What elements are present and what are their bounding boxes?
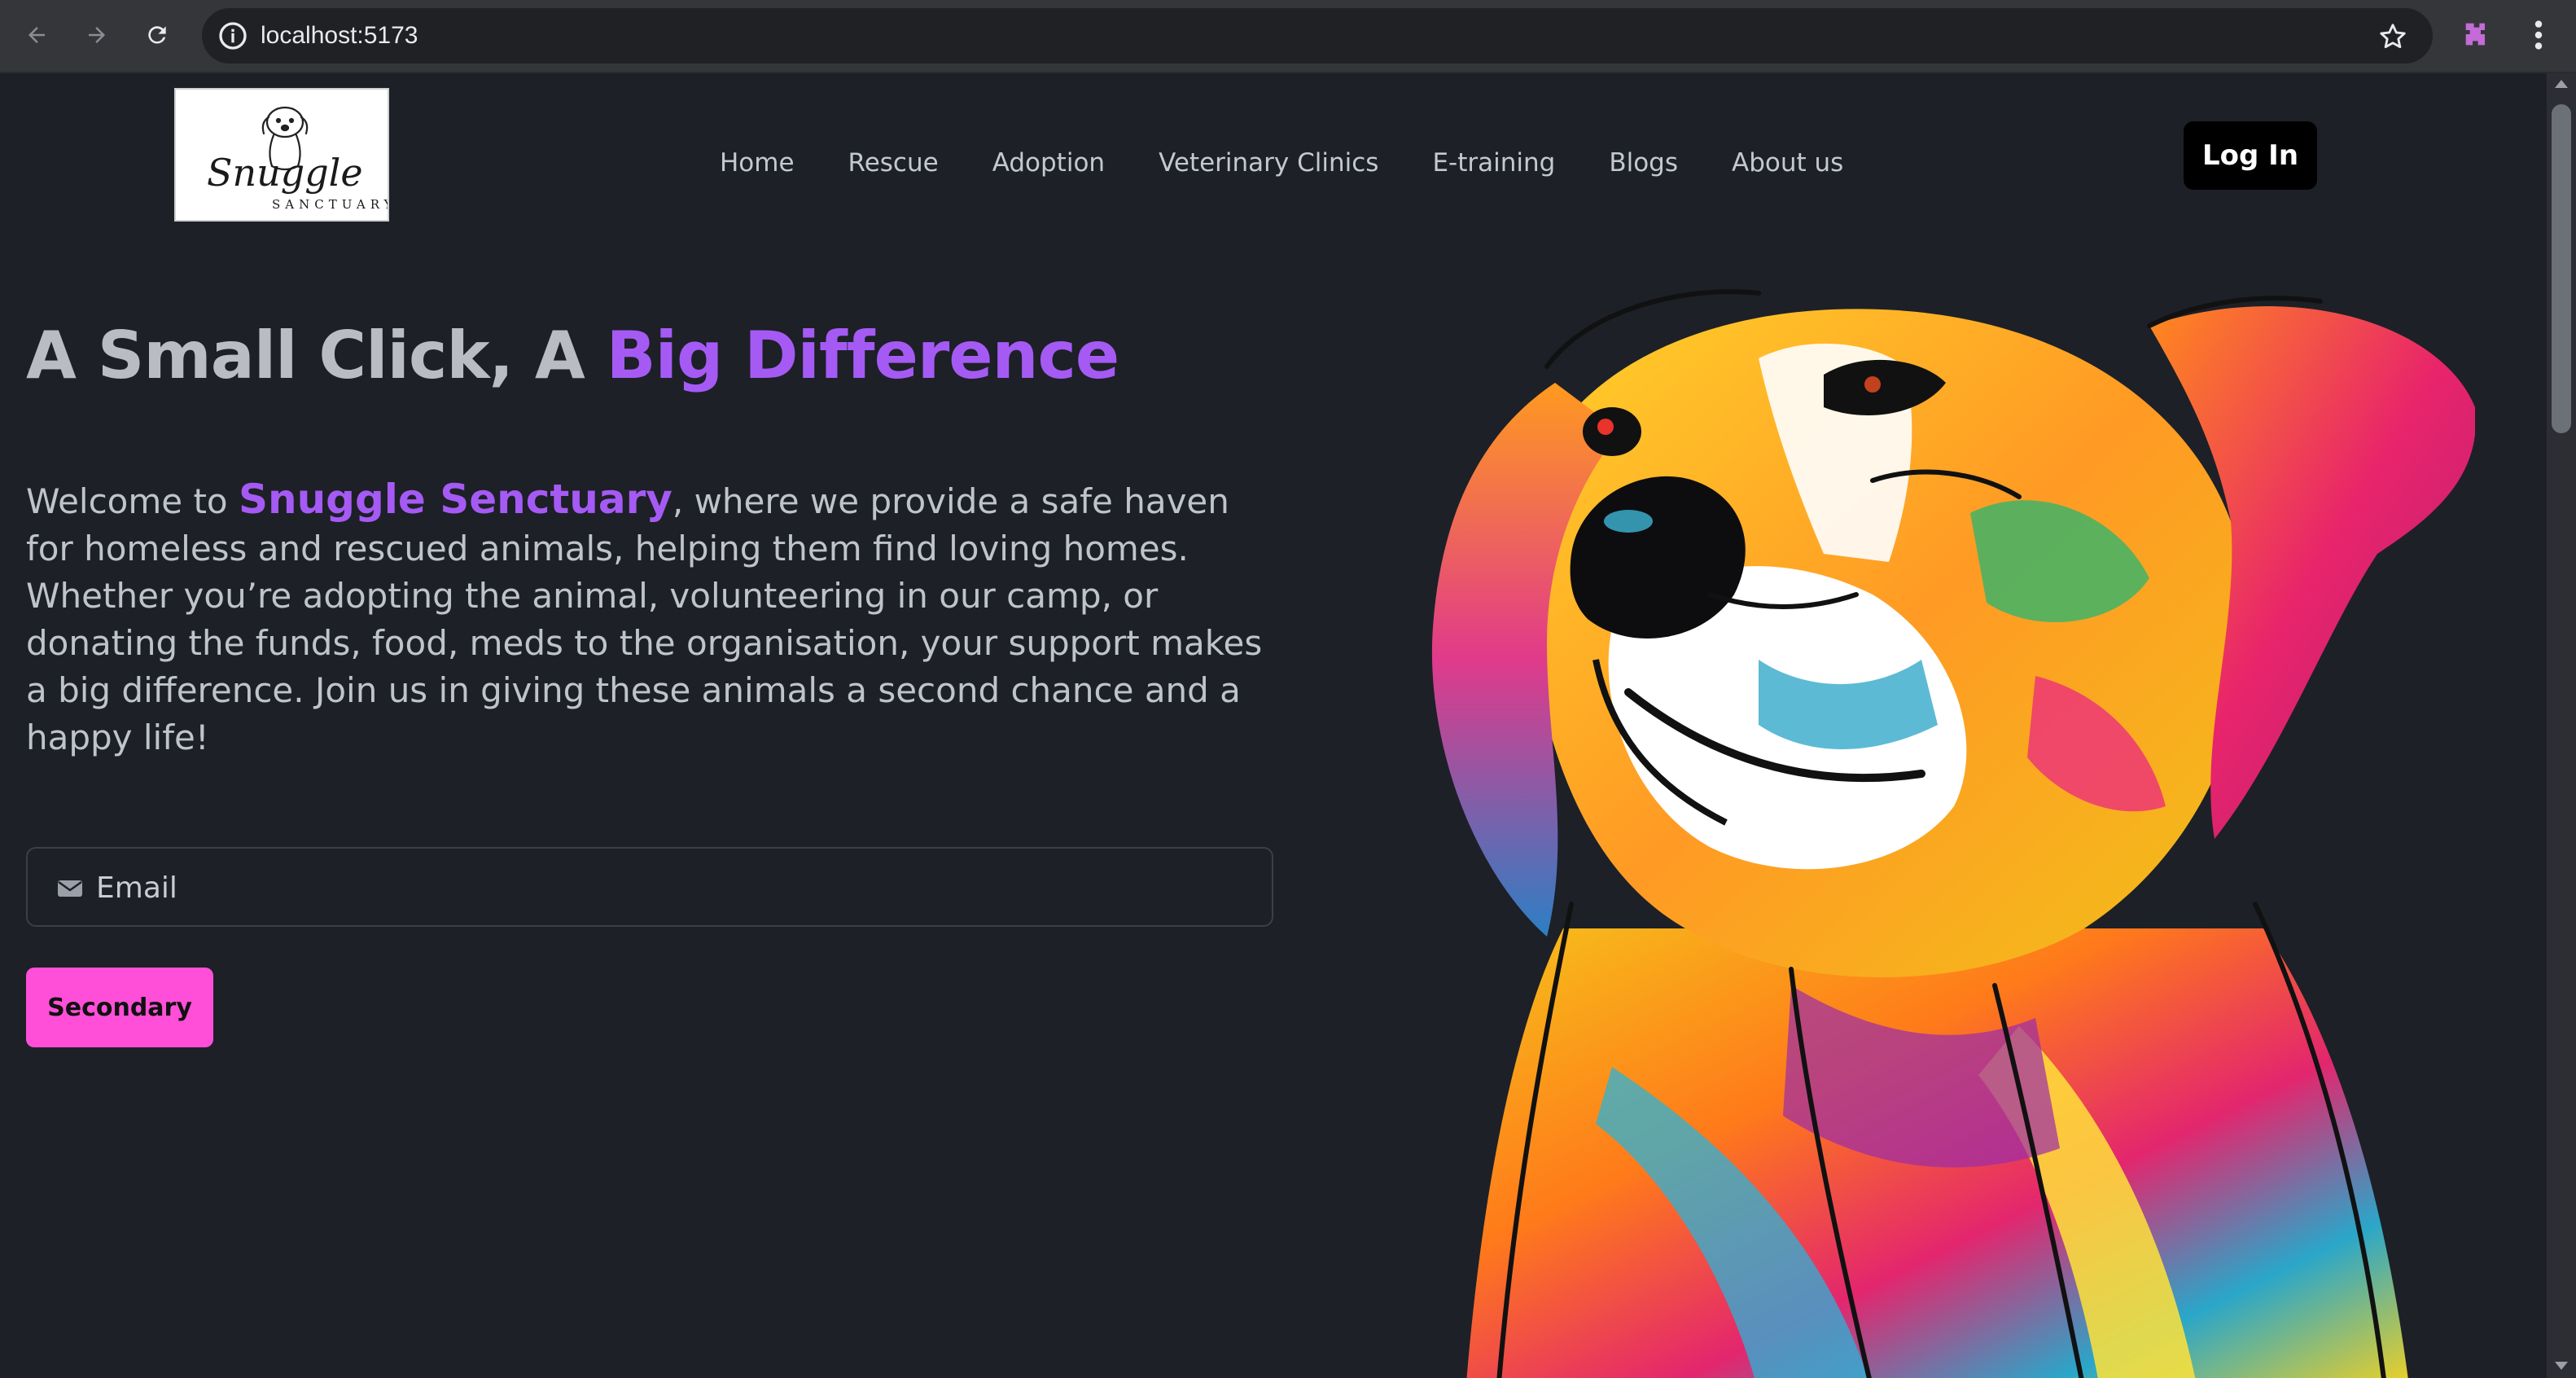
email-input[interactable]	[94, 849, 1238, 927]
scroll-down-arrow-icon[interactable]	[2555, 1362, 2568, 1370]
headline-accent: Big Difference	[606, 318, 1120, 393]
dog-illustration	[1431, 289, 2475, 1378]
nav-rescue[interactable]: Rescue	[848, 148, 939, 178]
nav-home[interactable]: Home	[720, 148, 795, 178]
url-text[interactable]: localhost:5173	[261, 8, 418, 64]
address-bar[interactable]: localhost:5173	[202, 8, 2433, 64]
scrollbar-thumb[interactable]	[2552, 104, 2571, 433]
logo-dog-illustration: Snuggle SANCTUARY	[207, 106, 392, 212]
mail-icon	[58, 880, 82, 897]
reload-button[interactable]	[137, 15, 177, 55]
site-logo[interactable]: Snuggle SANCTUARY	[174, 88, 392, 222]
hero-headline: A Small Click, A Big Difference	[26, 318, 1119, 393]
hero-intro: Welcome to Snuggle Senctuary, where we p…	[26, 476, 1272, 761]
star-icon[interactable]	[2377, 21, 2408, 52]
info-icon[interactable]	[217, 20, 249, 52]
back-button[interactable]	[16, 15, 57, 55]
logo-script-text: Snuggle	[207, 151, 363, 195]
extension-icon[interactable]	[2460, 18, 2493, 50]
reload-icon	[148, 26, 166, 44]
logo-caps-text: SANCTUARY	[272, 197, 388, 212]
email-field[interactable]	[26, 847, 1273, 927]
scroll-up-arrow-icon[interactable]	[2555, 80, 2568, 88]
intro-brand: Snuggle Senctuary	[238, 476, 672, 523]
headline-plain: A Small Click, A	[26, 318, 607, 393]
nav-adoption[interactable]: Adoption	[992, 148, 1105, 178]
arrow-right-icon	[89, 27, 105, 43]
secondary-button[interactable]: Secondary	[26, 968, 213, 1047]
forward-button[interactable]	[77, 15, 117, 55]
kebab-menu-icon[interactable]	[2524, 16, 2553, 54]
page-viewport: Snuggle SANCTUARY Home Rescue Adoption V…	[0, 73, 2547, 1378]
arrow-left-icon	[28, 27, 45, 43]
browser-toolbar: localhost:5173	[0, 0, 2576, 73]
intro-prefix: Welcome to	[26, 481, 239, 521]
